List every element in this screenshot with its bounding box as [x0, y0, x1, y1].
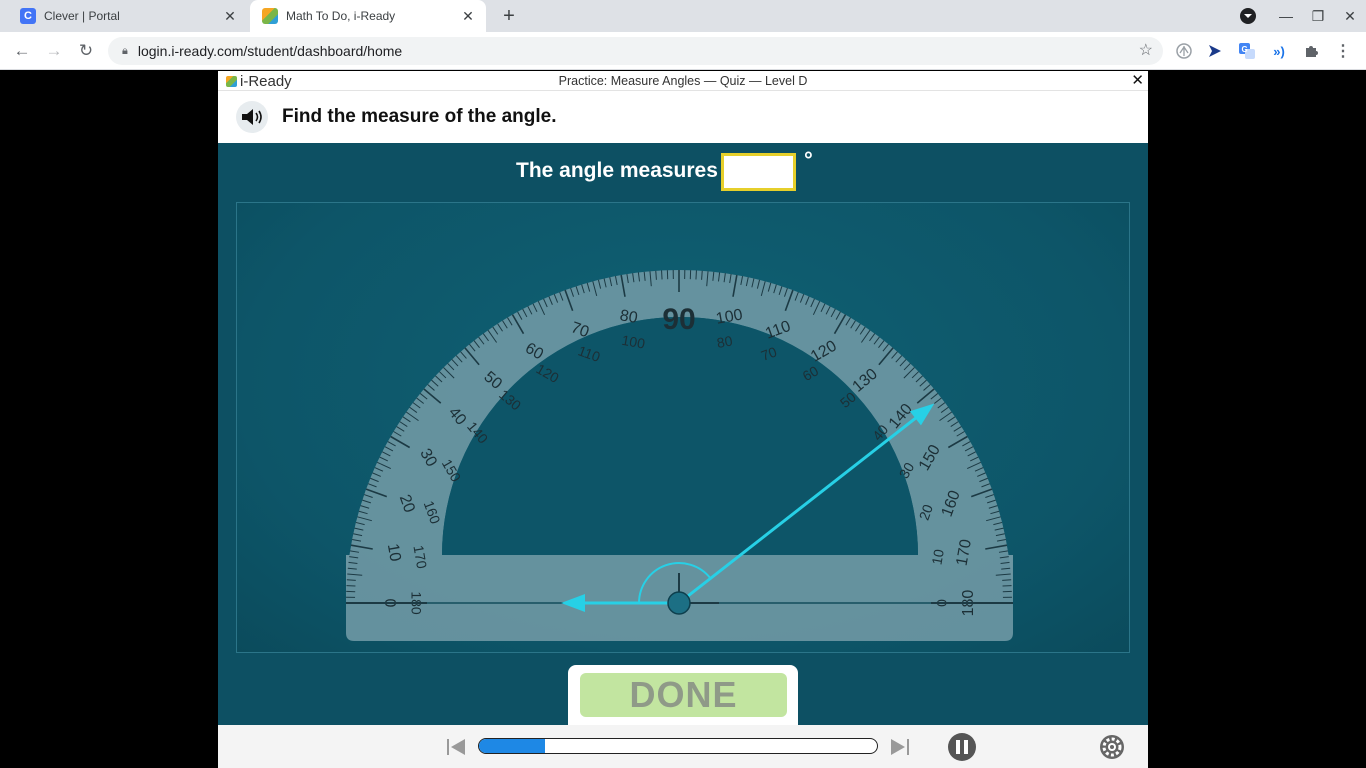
lesson-progress-bar	[478, 738, 878, 754]
speaker-button[interactable]	[236, 101, 268, 133]
window-close-icon[interactable]: ✕	[1334, 0, 1366, 32]
browser-toolbar: ← → ↻ 🔒︎ login.i-ready.com/student/dashb…	[0, 32, 1366, 70]
quiz-title: Practice: Measure Angles — Quiz — Level …	[558, 74, 808, 88]
tab-title: Clever | Portal	[44, 9, 120, 23]
angle-answer-input[interactable]	[721, 153, 796, 191]
url-text: login.i-ready.com/student/dashboard/home	[137, 43, 403, 59]
lesson-footer	[218, 725, 1148, 768]
tab-clever[interactable]: C Clever | Portal ✕	[8, 0, 248, 32]
skip-back-icon[interactable]	[444, 735, 468, 759]
lesson-close-icon[interactable]: ✕	[1131, 71, 1144, 89]
forward-icon[interactable]: →	[40, 37, 68, 65]
translate-icon[interactable]: G	[1237, 41, 1257, 61]
new-tab-button[interactable]: +	[495, 3, 523, 29]
protractor-tick	[701, 270, 703, 280]
puzzle-icon[interactable]	[1301, 41, 1321, 61]
protractor-drawing: 01020304050607080 90 100110120130140150160…	[346, 270, 1013, 641]
protractor-label: 10	[928, 548, 946, 566]
protractor-tick	[655, 270, 657, 280]
protractor-tick	[346, 579, 356, 581]
question-prompt: Find the measure of the angle.	[282, 106, 557, 127]
angle-vertex	[667, 591, 691, 615]
done-button[interactable]: DONE	[580, 673, 787, 717]
protractor-tick	[1002, 579, 1012, 581]
pause-button[interactable]	[948, 733, 976, 761]
bookmark-star-icon[interactable]: ☆	[1139, 40, 1153, 60]
skip-forward-icon[interactable]	[888, 735, 912, 759]
profile-dropdown-icon[interactable]	[1232, 0, 1264, 32]
iready-lesson-window: i-Ready Practice: Measure Angles — Quiz …	[218, 71, 1148, 768]
degree-symbol: °	[804, 147, 813, 172]
lesson-header: i-Ready Practice: Measure Angles — Quiz …	[218, 71, 1148, 91]
done-panel: DONE	[568, 665, 798, 725]
restore-icon[interactable]: ❐	[1302, 0, 1334, 32]
extension-icon[interactable]	[1174, 41, 1194, 61]
lock-icon: 🔒︎	[122, 44, 128, 57]
back-icon[interactable]: ←	[8, 37, 36, 65]
protractor-label: 10	[384, 542, 404, 563]
tab-iready[interactable]: Math To Do, i-Ready ✕	[250, 0, 486, 32]
settings-gear-icon[interactable]	[1098, 733, 1126, 761]
protractor-label: 90	[662, 303, 695, 336]
answer-row: The angle measures °	[218, 147, 1148, 191]
clever-favicon-icon: C	[20, 8, 36, 24]
speaker-icon	[242, 109, 262, 125]
tab-close-icon[interactable]: ✕	[460, 8, 476, 24]
protractor-label: 80	[618, 307, 639, 327]
pause-icon	[956, 740, 968, 754]
iready-favicon-icon	[262, 8, 278, 24]
tab-close-icon[interactable]: ✕	[222, 8, 238, 24]
progress-fill	[479, 739, 545, 753]
minimize-icon[interactable]: ―	[1270, 0, 1302, 32]
svg-text:G: G	[1242, 45, 1248, 54]
answer-label: The angle measures	[516, 159, 718, 182]
readaloud-icon[interactable]: »)	[1269, 41, 1289, 61]
tab-title: Math To Do, i-Ready	[286, 9, 396, 23]
browser-tabstrip: C Clever | Portal ✕ Math To Do, i-Ready …	[0, 0, 1366, 32]
protractor-label: 80	[716, 332, 734, 350]
send-icon[interactable]	[1205, 41, 1225, 61]
protractor-work-area: 0 10 20 30 40 50 60 70 80 90 100 110 120 130 140 150 160…	[236, 202, 1130, 653]
address-bar[interactable]: 🔒︎ login.i-ready.com/student/dashboard/h…	[108, 37, 1163, 65]
prompt-bar: Find the measure of the angle.	[218, 91, 1148, 143]
menu-icon[interactable]: ⋮	[1333, 41, 1353, 61]
reload-icon[interactable]: ↻	[72, 37, 100, 65]
